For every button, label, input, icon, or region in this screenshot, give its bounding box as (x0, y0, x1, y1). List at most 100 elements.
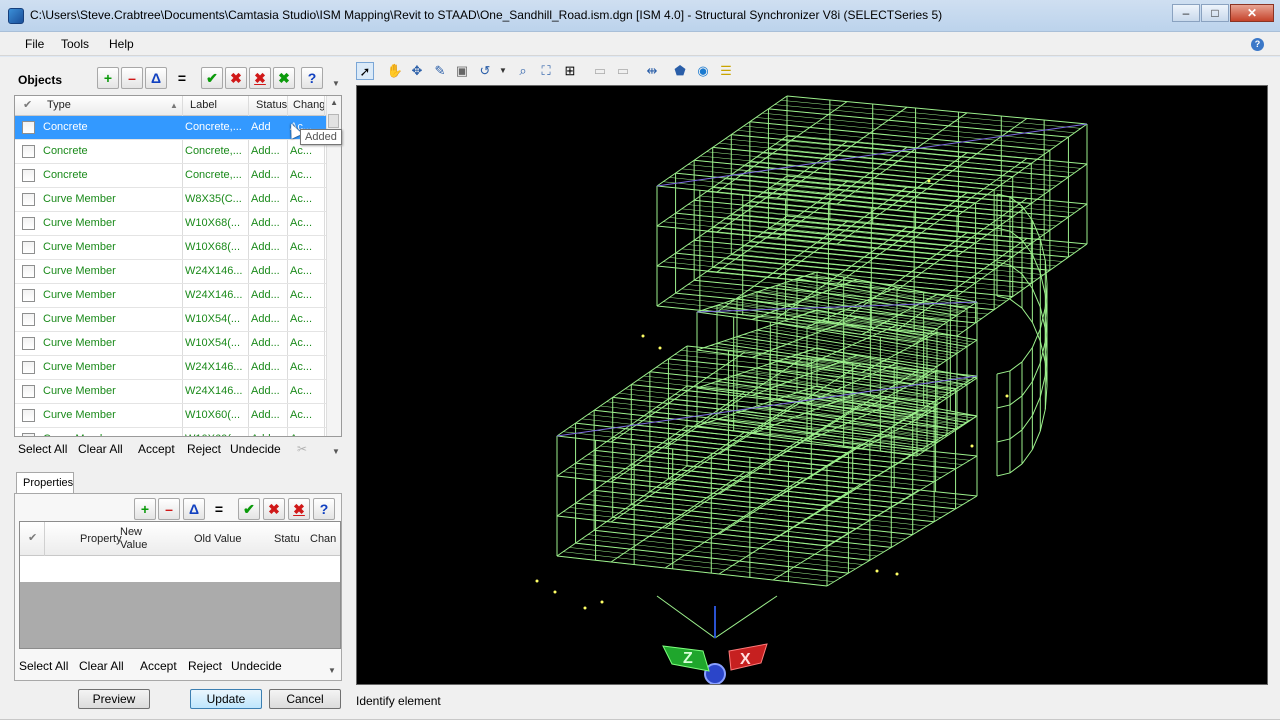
row-checkbox[interactable] (22, 121, 35, 134)
view-dropdown-icon[interactable]: ▼ (494, 62, 512, 80)
table-row[interactable]: Curve Member W24X146... Add... Ac... (15, 260, 327, 284)
col-change[interactable]: Chang (293, 99, 325, 111)
row-checkbox[interactable] (22, 265, 35, 278)
col-old-value[interactable]: Old Value (194, 533, 242, 546)
row-checkbox[interactable] (22, 217, 35, 230)
row-checkbox[interactable] (22, 385, 35, 398)
help-filter-icon[interactable]: ? (301, 67, 323, 89)
table-row[interactable]: Curve Member W10X54(... Add... Ac... (15, 308, 327, 332)
zoom-extents-icon[interactable]: ⛶ (537, 62, 555, 80)
view-previous-icon[interactable]: ▭ (591, 62, 609, 80)
rotate-icon[interactable]: ✥ (408, 62, 426, 80)
table-row[interactable]: Curve Member W24X146... Add... Ac... (15, 356, 327, 380)
row-checkbox[interactable] (22, 193, 35, 206)
table-row[interactable]: Concrete Concrete,... Add... Ac... (15, 140, 327, 164)
prop-accept-button[interactable]: Accept (140, 659, 177, 673)
prop-reject-button[interactable]: Reject (188, 659, 222, 673)
row-checkbox[interactable] (22, 289, 35, 302)
layers-icon[interactable]: ☰ (717, 62, 735, 80)
minimize-button[interactable]: – (1172, 4, 1200, 22)
panel-dropdown-icon[interactable]: ▼ (332, 79, 340, 88)
prop-undecide-button[interactable]: Undecide (231, 659, 282, 673)
table-row[interactable]: Curve Member W10X68(... Add... Ac... (15, 212, 327, 236)
accept-filter-icon[interactable]: ✔ (201, 67, 223, 89)
table-row[interactable]: Curve Member W10X60(... Add... Ac... (15, 428, 327, 436)
table-row[interactable]: Concrete Concrete,... Add Ac... (15, 116, 327, 140)
row-checkbox[interactable] (22, 145, 35, 158)
maximize-button[interactable]: □ (1201, 4, 1229, 22)
update-button[interactable]: Update (190, 689, 262, 709)
table-row[interactable]: Curve Member W10X54(... Add... Ac... (15, 332, 327, 356)
select-arrow-icon[interactable]: ➚ (356, 62, 374, 80)
modified-filter-icon[interactable]: Δ (145, 67, 167, 89)
unchanged-filter-icon[interactable]: = (171, 67, 193, 89)
menu-help[interactable]: Help (109, 37, 134, 51)
remove-filter-icon[interactable]: – (121, 67, 143, 89)
table-row[interactable]: Curve Member W24X146... Add... Ac... (15, 380, 327, 404)
row-checkbox[interactable] (22, 169, 35, 182)
tab-properties[interactable]: Properties (16, 472, 74, 494)
fit-view-icon[interactable]: ⊞ (561, 62, 579, 80)
close-button[interactable]: ✕ (1230, 4, 1274, 22)
table-row[interactable]: Curve Member W8X35(C... Add... Ac... (15, 188, 327, 212)
prop-clear-all-button[interactable]: Clear All (79, 659, 124, 673)
row-checkbox[interactable] (22, 337, 35, 350)
col-property[interactable]: Property (80, 533, 122, 546)
cancel-button[interactable]: Cancel (269, 689, 341, 709)
structural-model[interactable]: Z X (357, 86, 1268, 685)
table-row[interactable]: Curve Member W10X68(... Add... Ac... (15, 236, 327, 260)
prop-add-filter-icon[interactable]: + (134, 498, 156, 520)
prop-select-all-check-icon[interactable]: ✔ (28, 532, 37, 545)
globe-icon[interactable]: ◉ (694, 62, 712, 80)
col-new-value-line2[interactable]: Value (120, 539, 147, 552)
model-viewport[interactable]: Z X (356, 85, 1268, 685)
select-all-check-icon[interactable]: ✔ (23, 98, 32, 111)
table-row[interactable]: Curve Member W10X60(... Add... Ac... (15, 404, 327, 428)
col-new-value-line1[interactable]: New (120, 526, 142, 539)
view-next-icon[interactable]: ▭ (614, 62, 632, 80)
prop-help-filter-icon[interactable]: ? (313, 498, 335, 520)
menu-file[interactable]: File (25, 37, 44, 51)
objects-grid[interactable]: ✔ Type ▲ Label Status Chang Concrete Conc… (14, 95, 342, 437)
row-checkbox[interactable] (22, 361, 35, 374)
reject-all-filter-icon[interactable]: ✖ (249, 67, 271, 89)
pan-hand-icon[interactable]: ✋ (386, 62, 404, 80)
row-checkbox[interactable] (22, 241, 35, 254)
pick-icon[interactable]: ✎ (431, 62, 449, 80)
undecide-filter-icon[interactable]: ✖ (273, 67, 295, 89)
prop-unchanged-filter-icon[interactable]: = (208, 498, 230, 520)
reject-filter-icon[interactable]: ✖ (225, 67, 247, 89)
row-checkbox[interactable] (22, 409, 35, 422)
prop-modified-filter-icon[interactable]: Δ (183, 498, 205, 520)
scroll-thumb[interactable] (328, 114, 339, 128)
reject-button[interactable]: Reject (187, 442, 221, 456)
col-prop-change[interactable]: Chan (310, 533, 336, 546)
col-prop-status[interactable]: Statu (274, 533, 300, 546)
prop-reject-all-filter-icon[interactable]: ✖ (288, 498, 310, 520)
prop-reject-filter-icon[interactable]: ✖ (263, 498, 285, 520)
actions-dropdown-icon[interactable]: ▼ (332, 447, 340, 456)
col-label[interactable]: Label (190, 99, 217, 111)
render-icon[interactable]: ⬟ (671, 62, 689, 80)
prop-actions-dropdown-icon[interactable]: ▼ (328, 666, 336, 675)
undecide-button[interactable]: Undecide (230, 442, 281, 456)
accept-button[interactable]: Accept (138, 442, 175, 456)
add-filter-icon[interactable]: + (97, 67, 119, 89)
prop-remove-filter-icon[interactable]: – (158, 498, 180, 520)
properties-grid[interactable]: ✔ Property New Value Old Value Statu Cha… (19, 521, 341, 649)
zoom-window-icon[interactable]: ⌕ (514, 62, 532, 80)
preview-button[interactable]: Preview (78, 689, 150, 709)
eraser-icon[interactable]: ✂ (297, 442, 307, 456)
row-checkbox[interactable] (22, 313, 35, 326)
clear-all-button[interactable]: Clear All (78, 442, 123, 456)
prop-select-all-button[interactable]: Select All (19, 659, 68, 673)
table-row[interactable]: Concrete Concrete,... Add... Ac... (15, 164, 327, 188)
menu-tools[interactable]: Tools (61, 37, 89, 51)
col-status[interactable]: Status (256, 99, 287, 111)
select-all-button[interactable]: Select All (18, 442, 67, 456)
scroll-up-icon[interactable]: ▲ (330, 98, 338, 107)
objects-scrollbar[interactable]: ▲ (326, 96, 341, 436)
table-row[interactable]: Curve Member W24X146... Add... Ac... (15, 284, 327, 308)
help-icon[interactable]: ? (1251, 38, 1264, 51)
row-checkbox[interactable] (22, 433, 35, 436)
